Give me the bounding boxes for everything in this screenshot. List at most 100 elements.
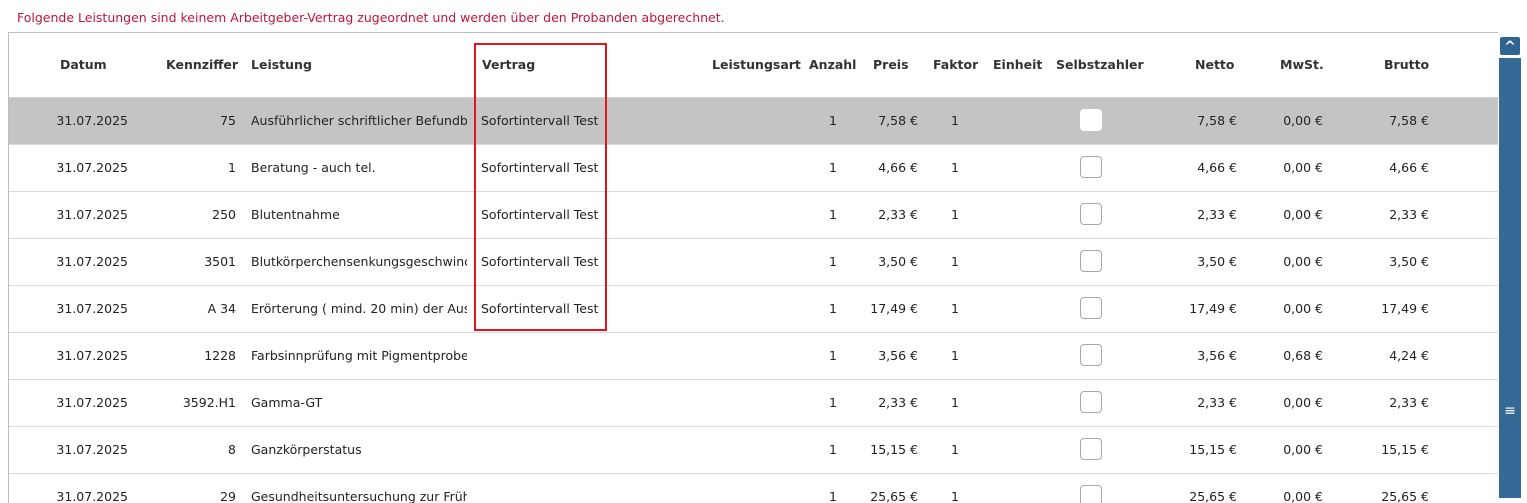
- cell-preis: 3,56 €: [878, 348, 918, 363]
- cell-brutto: 15,15 €: [1381, 442, 1429, 457]
- cell-leistung: Beratung - auch tel.: [251, 160, 376, 175]
- header-netto[interactable]: Netto: [1195, 57, 1234, 73]
- cell-kennziffer: 75: [220, 113, 236, 128]
- cell-brutto: 2,33 €: [1389, 207, 1429, 222]
- cell-mwst: 0,00 €: [1283, 254, 1323, 269]
- cell-mwst: 0,00 €: [1283, 442, 1323, 457]
- selbstzahler-checkbox[interactable]: [1080, 391, 1102, 413]
- cell-preis: 3,50 €: [878, 254, 918, 269]
- cell-faktor: 1: [951, 489, 959, 503]
- table-row[interactable]: 31.07.2025 29 Gesundheitsuntersuchung zur …: [9, 474, 1498, 503]
- cell-kennziffer: 3501: [204, 254, 236, 269]
- header-selbstzahler[interactable]: Selbstzahler: [1056, 57, 1144, 73]
- table-row[interactable]: 31.07.2025 A 34 Erörterung ( mind. 20 min)…: [9, 286, 1498, 333]
- scroll-up-button[interactable]: ^: [1499, 36, 1521, 56]
- header-preis[interactable]: Preis: [873, 57, 909, 73]
- selbstzahler-checkbox[interactable]: [1080, 297, 1102, 319]
- cell-faktor: 1: [951, 395, 959, 410]
- cell-faktor: 1: [951, 301, 959, 316]
- table-row[interactable]: 31.07.2025 3592.H1 Gamma-GT 1 2,33 € 1 2,33 € 0…: [9, 380, 1498, 427]
- cell-brutto: 3,50 €: [1389, 254, 1429, 269]
- cell-preis: 17,49 €: [870, 301, 918, 316]
- scrollbar-thumb[interactable]: ≡: [1499, 58, 1521, 498]
- cell-preis: 2,33 €: [878, 395, 918, 410]
- cell-brutto: 4,66 €: [1389, 160, 1429, 175]
- cell-leistung: Ganzkörperstatus: [251, 442, 362, 457]
- table-row[interactable]: 31.07.2025 1 Beratung - auch tel. Sofortint…: [9, 145, 1498, 192]
- cell-datum: 31.07.2025: [56, 113, 128, 128]
- cell-datum: 31.07.2025: [56, 442, 128, 457]
- header-faktor[interactable]: Faktor: [933, 57, 978, 73]
- cell-brutto: 7,58 €: [1389, 113, 1429, 128]
- cell-preis: 15,15 €: [870, 442, 918, 457]
- table-header: Datum Kennziffer Leistung Vertrag Leistu…: [9, 33, 1498, 98]
- cell-datum: 31.07.2025: [56, 160, 128, 175]
- cell-brutto: 25,65 €: [1381, 489, 1429, 503]
- header-datum[interactable]: Datum: [60, 57, 107, 73]
- header-mwst[interactable]: MwSt.: [1280, 57, 1324, 73]
- cell-netto: 3,50 €: [1197, 254, 1237, 269]
- cell-leistung: Erörterung ( mind. 20 min) der Aus: [251, 301, 467, 316]
- selbstzahler-checkbox[interactable]: [1080, 109, 1102, 131]
- cell-vertrag: Sofortintervall Test: [481, 207, 599, 222]
- cell-kennziffer: 1: [228, 160, 236, 175]
- selbstzahler-checkbox[interactable]: [1080, 156, 1102, 178]
- selbstzahler-checkbox[interactable]: [1080, 344, 1102, 366]
- cell-leistung: Blutentnahme: [251, 207, 340, 222]
- header-leistungsart[interactable]: Leistungsart: [712, 57, 801, 73]
- notice-text: Folgende Leistungen sind keinem Arbeitge…: [17, 10, 725, 25]
- cell-mwst: 0,68 €: [1283, 348, 1323, 363]
- cell-netto: 4,66 €: [1197, 160, 1237, 175]
- cell-vertrag: Sofortintervall Test: [481, 301, 599, 316]
- services-table: Datum Kennziffer Leistung Vertrag Leistu…: [8, 32, 1498, 503]
- cell-preis: 2,33 €: [878, 207, 918, 222]
- cell-mwst: 0,00 €: [1283, 113, 1323, 128]
- cell-mwst: 0,00 €: [1283, 395, 1323, 410]
- cell-anzahl: 1: [829, 160, 837, 175]
- table-row[interactable]: 31.07.2025 8 Ganzkörperstatus 1 15,15 € 1 15,1…: [9, 427, 1498, 474]
- cell-brutto: 2,33 €: [1389, 395, 1429, 410]
- cell-netto: 17,49 €: [1189, 301, 1237, 316]
- cell-brutto: 17,49 €: [1381, 301, 1429, 316]
- table-row[interactable]: 31.07.2025 3501 Blutkörperchensenkungsgesc…: [9, 239, 1498, 286]
- header-kennziffer[interactable]: Kennziffer: [166, 57, 238, 73]
- selbstzahler-checkbox[interactable]: [1080, 438, 1102, 460]
- cell-netto: 7,58 €: [1197, 113, 1237, 128]
- table-row[interactable]: 31.07.2025 75 Ausführlicher schriftlicher …: [9, 98, 1498, 145]
- cell-mwst: 0,00 €: [1283, 207, 1323, 222]
- cell-kennziffer: 1228: [204, 348, 236, 363]
- table-row[interactable]: 31.07.2025 250 Blutentnahme Sofortintervall…: [9, 192, 1498, 239]
- cell-leistung: Blutkörperchensenkungsgeschwinc: [251, 254, 467, 269]
- cell-faktor: 1: [951, 348, 959, 363]
- cell-anzahl: 1: [829, 254, 837, 269]
- cell-netto: 15,15 €: [1189, 442, 1237, 457]
- header-vertrag[interactable]: Vertrag: [482, 57, 535, 73]
- cell-anzahl: 1: [829, 207, 837, 222]
- cell-vertrag: Sofortintervall Test: [481, 113, 599, 128]
- cell-preis: 25,65 €: [870, 489, 918, 503]
- cell-faktor: 1: [951, 207, 959, 222]
- header-anzahl[interactable]: Anzahl: [809, 57, 856, 73]
- header-leistung[interactable]: Leistung: [251, 57, 312, 73]
- cell-datum: 31.07.2025: [56, 207, 128, 222]
- cell-anzahl: 1: [829, 489, 837, 503]
- table-row[interactable]: 31.07.2025 1228 Farbsinnprüfung mit Pigmen…: [9, 333, 1498, 380]
- selbstzahler-checkbox[interactable]: [1080, 250, 1102, 272]
- header-einheit[interactable]: Einheit: [993, 57, 1042, 73]
- cell-preis: 4,66 €: [878, 160, 918, 175]
- cell-leistung: Ausführlicher schriftlicher Befundbe: [251, 113, 467, 128]
- cell-faktor: 1: [951, 254, 959, 269]
- cell-anzahl: 1: [829, 301, 837, 316]
- cell-anzahl: 1: [829, 395, 837, 410]
- cell-kennziffer: 250: [212, 207, 236, 222]
- cell-mwst: 0,00 €: [1283, 160, 1323, 175]
- grip-icon: ≡: [1504, 403, 1516, 419]
- cell-faktor: 1: [951, 113, 959, 128]
- cell-netto: 3,56 €: [1197, 348, 1237, 363]
- header-brutto[interactable]: Brutto: [1384, 57, 1429, 73]
- cell-netto: 2,33 €: [1197, 207, 1237, 222]
- selbstzahler-checkbox[interactable]: [1080, 203, 1102, 225]
- cell-leistung: Gamma-GT: [251, 395, 323, 410]
- cell-kennziffer: 29: [220, 489, 236, 503]
- selbstzahler-checkbox[interactable]: [1080, 485, 1102, 503]
